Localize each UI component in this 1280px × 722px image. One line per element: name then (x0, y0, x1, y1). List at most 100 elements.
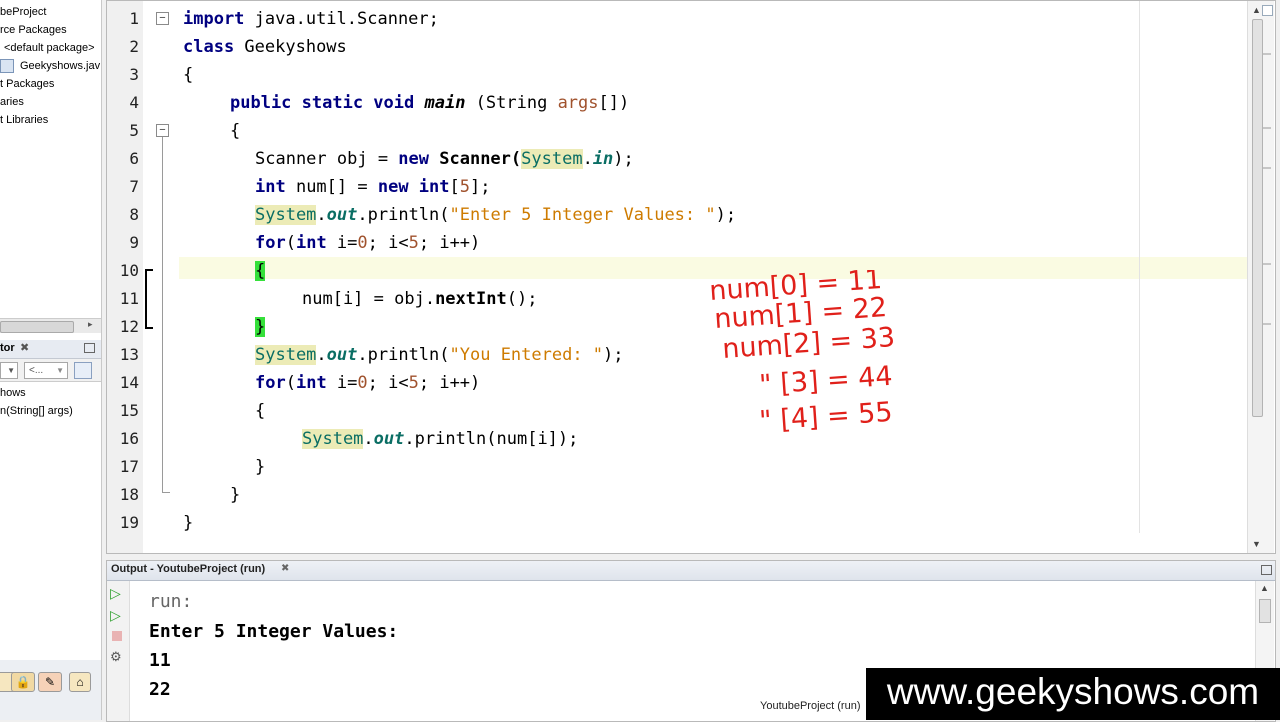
project-scroll-thumb[interactable] (0, 321, 74, 333)
matched-brace: } (255, 317, 266, 337)
line-number: 19 (119, 513, 139, 532)
code-line-6[interactable]: Scanner obj = new Scanner(System.in); (255, 149, 634, 169)
code-line-10[interactable]: { (255, 261, 266, 281)
sort-icon[interactable] (74, 362, 92, 379)
stop-icon[interactable] (112, 631, 122, 641)
scroll-up-icon[interactable]: ▲ (1252, 5, 1261, 15)
tool-icon[interactable]: ✎ (38, 672, 62, 692)
project-panel: beProject rce Packages <default package>… (0, 0, 102, 340)
code-line-15[interactable]: { (255, 401, 265, 421)
code-line-18[interactable]: } (230, 485, 240, 505)
navigator-method-node[interactable]: n(String[] args) (0, 402, 73, 420)
source-packages-node[interactable]: rce Packages (0, 21, 67, 39)
project-hscrollbar[interactable]: ▸ (0, 318, 101, 333)
rerun-icon[interactable]: ▷ (110, 585, 121, 602)
fold-end (162, 492, 170, 493)
rerun-with-args-icon[interactable]: ▷ (110, 607, 121, 624)
code-line-16[interactable]: System.out.println(num[i]); (302, 429, 578, 449)
scroll-right-icon[interactable]: ▸ (88, 319, 93, 330)
code-line-7[interactable]: int num[] = new int[5]; (255, 177, 491, 197)
minimize-icon[interactable] (84, 343, 95, 353)
fold-column: − − (143, 1, 179, 553)
code-line-5[interactable]: { (230, 121, 240, 141)
line-number: 13 (119, 345, 139, 364)
output-line: run: (149, 591, 193, 612)
members-combo[interactable]: ▼ (0, 362, 18, 379)
code-line-9[interactable]: for(int i=0; i<5; i++) (255, 233, 480, 253)
line-number: 5 (129, 121, 139, 140)
stripe-mark (1263, 167, 1271, 169)
status-bar-project: YoutubeProject (run) (760, 700, 861, 712)
line-number: 16 (119, 429, 139, 448)
output-toolbar: ▷ ▷ ⚙ (107, 581, 130, 721)
libraries-node[interactable]: aries (0, 93, 24, 111)
navigator-title: tor (0, 342, 15, 354)
line-number: 12 (119, 317, 139, 336)
line-number: 1 (129, 9, 139, 28)
line-number: 9 (129, 233, 139, 252)
line-number: 7 (129, 177, 139, 196)
stripe-mark (1263, 323, 1271, 325)
fold-guide (162, 137, 163, 493)
status-indicator-icon[interactable] (1262, 5, 1273, 16)
java-file-node[interactable]: Geekyshows.jav (0, 57, 100, 75)
stripe-mark (1263, 53, 1271, 55)
java-file-label: Geekyshows.jav (20, 60, 101, 72)
navigator-panel: tor ✖ ▼ <... ▼ hows n(String[] args) (0, 340, 102, 660)
navigator-class-node[interactable]: hows (0, 384, 26, 402)
code-line-3[interactable]: { (183, 65, 193, 85)
output-tab-title: Output - YoutubeProject (run) (111, 563, 266, 575)
minimize-icon[interactable] (1261, 565, 1272, 575)
line-number: 2 (129, 37, 139, 56)
line-number: 17 (119, 457, 139, 476)
close-icon[interactable]: ✖ (20, 341, 29, 354)
project-node[interactable]: beProject (0, 3, 46, 21)
home-icon[interactable]: ⌂ (69, 672, 91, 692)
output-tab[interactable]: Output - YoutubeProject (run) ✖ (107, 561, 1275, 581)
code-line-1[interactable]: import java.util.Scanner; (183, 9, 439, 29)
line-number: 11 (119, 289, 139, 308)
error-stripe (1261, 1, 1273, 553)
handwritten-annotation: num[0] = 11num[1] = 22num[2] = 33" [3] =… (708, 270, 896, 437)
line-number: 14 (119, 373, 139, 392)
fold-collapse-icon[interactable]: − (156, 124, 169, 137)
line-number: 18 (119, 485, 139, 504)
default-package-node[interactable]: <default package> (4, 39, 95, 57)
annotation-line: " [4] = 55 (758, 397, 893, 437)
close-icon[interactable]: ✖ (281, 563, 289, 574)
taskbar-icons: 🔒 ✎ ⌂ (0, 660, 102, 720)
code-line-17[interactable]: } (255, 457, 265, 477)
settings-icon[interactable]: ⚙ (110, 649, 122, 665)
line-number: 10 (119, 261, 139, 280)
code-line-8[interactable]: System.out.println("Enter 5 Integer Valu… (255, 205, 736, 225)
output-line: 22 (149, 679, 171, 700)
block-bracket-marker (145, 269, 153, 329)
code-line-13[interactable]: System.out.println("You Entered: "); (255, 345, 624, 365)
line-number: 8 (129, 205, 139, 224)
scroll-down-icon[interactable]: ▼ (1252, 539, 1261, 549)
code-line-19[interactable]: } (183, 513, 193, 533)
watermark-banner: www.geekyshows.com (866, 668, 1280, 720)
right-margin-line (1139, 1, 1140, 533)
filter-combo[interactable]: <... ▼ (24, 362, 68, 379)
code-line-4[interactable]: public static void main (String args[]) (230, 93, 629, 113)
navigator-tab[interactable]: tor ✖ (0, 340, 101, 359)
line-number: 4 (129, 93, 139, 112)
java-file-icon (0, 59, 14, 74)
lock-icon[interactable]: 🔒 (11, 672, 35, 692)
line-number: 6 (129, 149, 139, 168)
test-packages-node[interactable]: t Packages (0, 75, 54, 93)
line-number: 3 (129, 65, 139, 84)
code-line-12[interactable]: } (255, 317, 266, 337)
code-line-2[interactable]: class Geekyshows (183, 37, 347, 57)
line-number: 15 (119, 401, 139, 420)
navigator-toolbar: ▼ <... ▼ (0, 359, 101, 382)
test-libraries-node[interactable]: t Libraries (0, 111, 48, 129)
code-line-14[interactable]: for(int i=0; i<5; i++) (255, 373, 480, 393)
line-number-gutter: 1 2 3 4 5 6 7 8 9 10 11 12 13 14 15 16 1… (107, 1, 143, 553)
stripe-mark (1263, 127, 1271, 129)
output-scroll-thumb[interactable] (1259, 599, 1271, 623)
fold-collapse-icon[interactable]: − (156, 12, 169, 25)
scroll-up-icon[interactable]: ▲ (1260, 583, 1269, 593)
code-line-11[interactable]: num[i] = obj.nextInt(); (302, 289, 537, 309)
